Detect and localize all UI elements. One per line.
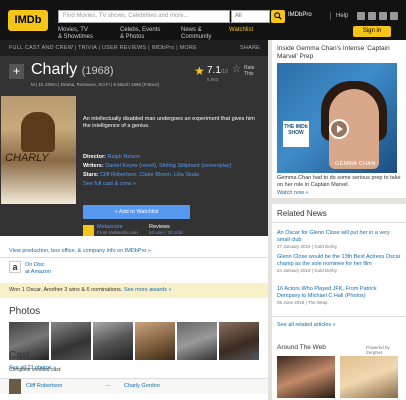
news-item: An Oscar for Glenn Close will put her in… bbox=[277, 230, 401, 250]
around-web-image[interactable] bbox=[340, 356, 398, 398]
photo-thumbnail[interactable] bbox=[51, 322, 91, 360]
twitch-icon[interactable] bbox=[379, 12, 387, 20]
reviews-links[interactable]: 62 user | 35 critic bbox=[149, 230, 183, 235]
see-full-cast: See full cast & crew » bbox=[83, 181, 136, 187]
watch-now-link[interactable]: Watch now » bbox=[277, 190, 309, 196]
feature-title[interactable]: Inside Gemma Chan's Intense 'Captain Mar… bbox=[277, 45, 401, 61]
stars-credit: Stars: Cliff Robertson, Claire Bloom, Li… bbox=[83, 172, 200, 178]
actor-link[interactable]: Cliff Robertson bbox=[26, 383, 62, 389]
star-icon: ★ bbox=[194, 64, 205, 78]
reviews-summary: Reviews 62 user | 35 critic bbox=[149, 224, 184, 235]
around-web-card: Around The Web Powered by ZergNet bbox=[272, 338, 406, 400]
add-to-watchlist-ribbon[interactable]: + bbox=[9, 64, 24, 79]
rating-value: 7.1/10 bbox=[207, 65, 228, 76]
character-link[interactable]: Charly Gordon bbox=[124, 383, 160, 389]
poster-figure bbox=[21, 112, 55, 152]
nav-movies-tv[interactable]: Movies, TV & Showtimes bbox=[58, 27, 93, 41]
search-scope-select[interactable]: All bbox=[231, 10, 270, 23]
poster-title: CHARLY bbox=[5, 152, 49, 164]
feature-description: Gemma Chan had to do some serious prep t… bbox=[277, 175, 401, 188]
divider bbox=[272, 316, 406, 317]
actor-thumbnail[interactable] bbox=[9, 379, 21, 394]
cast-heading: Cast bbox=[9, 350, 30, 361]
sidebar: Inside Gemma Chan's Intense 'Captain Mar… bbox=[272, 40, 406, 400]
see-full-cast-link[interactable]: See full cast & crew » bbox=[83, 181, 136, 187]
nav-celebs-events[interactable]: Celebs, Events & Photos bbox=[120, 27, 160, 41]
nav-news-community[interactable]: News & Community bbox=[181, 27, 211, 41]
director-credit: Director: Ralph Nelson bbox=[83, 154, 141, 160]
video-caption: GEMMA CHAN bbox=[335, 161, 376, 167]
divider bbox=[330, 12, 331, 20]
help-link[interactable]: Help bbox=[336, 13, 348, 19]
related-news-card: Related News An Oscar for Glenn Close wi… bbox=[272, 204, 406, 338]
rating-count[interactable]: 8,963 bbox=[207, 77, 218, 82]
writers-credit: Writers: Daniel Keyes (novel), Stirling … bbox=[83, 163, 232, 169]
divider bbox=[272, 222, 406, 223]
news-item: 16 Actors Who Played JFK, From Patrick D… bbox=[277, 286, 401, 306]
instagram-icon[interactable] bbox=[368, 12, 376, 20]
photo-thumbnail[interactable] bbox=[135, 322, 175, 360]
on-disc-link[interactable]: On Disc at Amazon bbox=[25, 262, 51, 276]
poster-image[interactable]: CHARLY bbox=[1, 96, 76, 204]
around-web-image[interactable] bbox=[277, 356, 335, 398]
writers-link[interactable]: Daniel Keyes (novel), Stirling Silliphan… bbox=[105, 163, 231, 169]
imdb-show-badge: THE IMDb SHOW bbox=[283, 121, 309, 147]
see-more-awards-link[interactable]: See more awards » bbox=[124, 287, 172, 293]
title-overview: + Charly (1968) M | 1h 43min | Drama, Ro… bbox=[0, 56, 268, 236]
cast-subheading: Complete credited cast: bbox=[9, 367, 62, 373]
title-meta: M | 1h 43min | Drama, Romance, Sci-Fi | … bbox=[31, 82, 160, 87]
photo-thumbnail[interactable] bbox=[93, 322, 133, 360]
news-title-link[interactable]: 16 Actors Who Played JFK, From Patrick D… bbox=[277, 286, 401, 300]
divider bbox=[0, 257, 268, 258]
facebook-icon[interactable] bbox=[357, 12, 365, 20]
photo-thumbnail[interactable] bbox=[177, 322, 217, 360]
search-input[interactable]: Find Movies, TV shows, Celebrities and m… bbox=[58, 10, 230, 23]
photo-strip bbox=[9, 322, 259, 360]
search-button[interactable] bbox=[271, 10, 285, 23]
page-title: Charly (1968) bbox=[31, 61, 114, 78]
cast-separator: ... bbox=[106, 382, 111, 388]
director-link[interactable]: Ralph Nelson bbox=[107, 154, 140, 160]
play-icon[interactable] bbox=[329, 119, 349, 139]
news-item: Glenn Close would be the 13th Best Actre… bbox=[277, 254, 401, 274]
awards-bar: Won 1 Oscar. Another 3 wins & 6 nominati… bbox=[0, 283, 268, 298]
rate-this-button[interactable]: ☆ Rate This bbox=[232, 64, 255, 77]
subnav-items[interactable]: FULL CAST AND CREW | TRIVIA | USER REVIE… bbox=[9, 45, 197, 51]
news-date: 24 January 2019 | Gold Derby bbox=[277, 268, 337, 273]
stars-link[interactable]: Cliff Robertson, Claire Bloom, Lilia Ska… bbox=[100, 172, 199, 178]
cast-edit-link[interactable]: Edit bbox=[251, 352, 259, 357]
search-icon bbox=[274, 12, 282, 20]
share-button[interactable]: SHARE bbox=[240, 40, 260, 56]
metacritic-link[interactable]: Metascore From metacritic.com bbox=[97, 224, 138, 235]
imdbpro-link[interactable]: IMDbPro bbox=[288, 12, 312, 18]
powered-by: Powered by ZergNet bbox=[366, 345, 390, 355]
title-subnav[interactable]: FULL CAST AND CREW | TRIVIA | USER REVIE… bbox=[0, 40, 268, 56]
add-to-watchlist-button[interactable]: + Add to Watchlist bbox=[83, 205, 190, 219]
main-column: FULL CAST AND CREW | TRIVIA | USER REVIE… bbox=[0, 40, 268, 400]
twitter-icon[interactable] bbox=[390, 12, 398, 20]
amazon-icon: a bbox=[9, 261, 21, 273]
top-navigation-bar: IMDb Find Movies, TV shows, Celebrities … bbox=[0, 0, 406, 40]
photos-heading: Photos bbox=[9, 306, 41, 317]
feature-card: Inside Gemma Chan's Intense 'Captain Mar… bbox=[272, 40, 406, 198]
news-title-link[interactable]: Glenn Close would be the 13th Best Actre… bbox=[277, 254, 401, 268]
imdb-logo[interactable]: IMDb bbox=[8, 10, 48, 31]
plot-summary: An intellectually disabled man undergoes… bbox=[83, 116, 255, 129]
related-news-heading: Related News bbox=[277, 209, 327, 218]
star-outline-icon: ☆ bbox=[232, 64, 241, 75]
see-all-articles-link[interactable]: See all related articles » bbox=[277, 322, 336, 328]
sign-in-button[interactable]: Sign in bbox=[353, 26, 391, 37]
news-date: 27 January 2019 | Gold Derby bbox=[277, 244, 337, 249]
title-year[interactable]: (1968) bbox=[82, 65, 114, 77]
metascore-badge[interactable] bbox=[83, 225, 94, 236]
watchlist-link[interactable]: Watchlist bbox=[229, 27, 253, 33]
around-web-heading: Around The Web bbox=[277, 344, 326, 351]
news-date: 06 June 2018 | The Wrap bbox=[277, 300, 328, 305]
production-info-link[interactable]: View production, box office, & company i… bbox=[9, 248, 151, 254]
feature-video[interactable]: THE IMDb SHOW GEMMA CHAN bbox=[277, 63, 397, 173]
news-title-link[interactable]: An Oscar for Glenn Close will put her in… bbox=[277, 230, 401, 244]
